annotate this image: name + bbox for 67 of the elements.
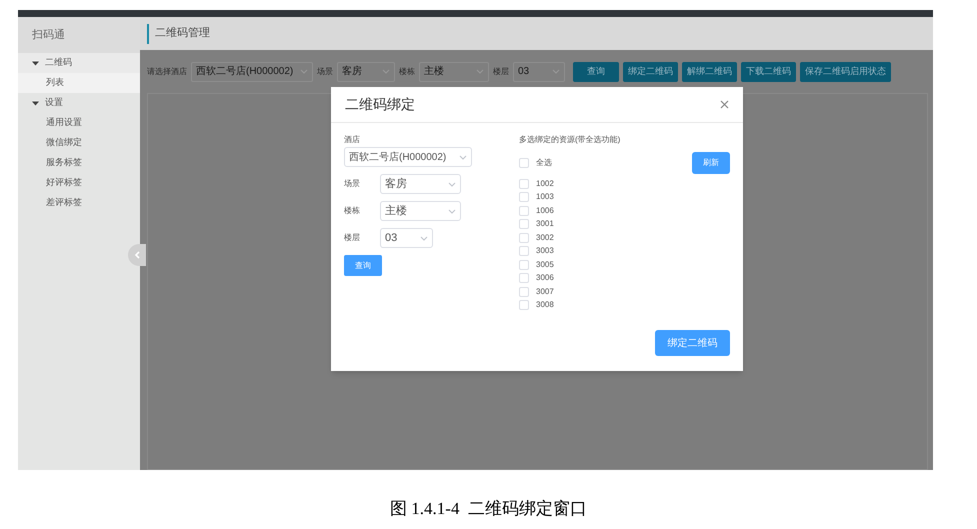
dialog-title: 二维码绑定 xyxy=(345,95,415,114)
checkbox[interactable] xyxy=(519,158,529,168)
field-label: 请选择酒店 xyxy=(147,66,187,78)
select-field[interactable]: 客房 xyxy=(337,62,395,82)
chevron-down-icon xyxy=(300,69,308,74)
checkbox-label: 3001 xyxy=(536,218,554,230)
chevron-down-icon xyxy=(420,236,428,240)
toolbar-button[interactable]: 绑定二维码 xyxy=(623,62,678,82)
chevron-down-icon xyxy=(448,182,456,186)
select-field[interactable]: 主楼 xyxy=(419,62,489,82)
field-label: 酒店 xyxy=(344,134,361,146)
toolbar-button[interactable]: 解绑二维码 xyxy=(682,62,737,82)
checkbox[interactable] xyxy=(519,178,529,189)
chevron-down-icon xyxy=(382,69,390,74)
checkbox[interactable] xyxy=(519,219,529,230)
field-label: 场景 xyxy=(317,66,333,78)
select-field[interactable]: 03 xyxy=(513,62,565,82)
menu-item[interactable]: 微信绑定 xyxy=(18,133,140,153)
menu-group[interactable]: 二维码 xyxy=(18,53,140,73)
checkbox[interactable] xyxy=(519,300,529,310)
checkbox[interactable] xyxy=(519,232,529,243)
checkbox[interactable] xyxy=(519,260,529,270)
checkbox[interactable] xyxy=(519,273,529,284)
select-field[interactable]: 西软二号店(H000002) xyxy=(344,147,472,167)
menu-item[interactable]: 列表 xyxy=(18,73,140,93)
checkbox-label: 3007 xyxy=(536,286,554,298)
field-label: 场景 xyxy=(344,178,361,190)
app-title: 扫码通 xyxy=(32,28,65,43)
chevron-down-icon xyxy=(459,154,467,160)
checkbox[interactable] xyxy=(519,286,529,297)
checkbox-label: 3003 xyxy=(536,245,554,258)
menu-item[interactable]: 服务标签 xyxy=(18,153,140,173)
section-label: 多选绑定的资源(带全选功能) xyxy=(519,134,622,146)
collapse-handle[interactable] xyxy=(128,244,146,266)
toolbar-button[interactable]: 查询 xyxy=(573,62,619,82)
toolbar-button[interactable]: 保存二维码启用状态 xyxy=(800,62,891,82)
chevron-down-icon xyxy=(476,69,484,74)
chevron-down-icon xyxy=(448,208,456,214)
chevron-left-icon xyxy=(134,251,140,259)
checkbox[interactable] xyxy=(519,192,529,202)
field-label: 楼栋 xyxy=(399,66,415,78)
toolbar-button[interactable]: 下载二维码 xyxy=(741,62,796,82)
menu-item[interactable]: 好评标签 xyxy=(18,173,140,193)
page-title: 二维码管理 xyxy=(155,26,210,42)
checkbox-label: 3006 xyxy=(536,272,554,284)
checkbox-label: 1002 xyxy=(536,178,554,190)
checkbox-label: 全选 xyxy=(536,157,552,169)
figure-caption: 图 1.4.1-4 二维码绑定窗口 xyxy=(390,498,587,520)
checkbox[interactable] xyxy=(519,246,529,256)
menu-item[interactable]: 差评标签 xyxy=(18,193,140,213)
select-field[interactable]: 西软二号店(H000002) xyxy=(191,62,313,82)
menu-item[interactable]: 通用设置 xyxy=(18,113,140,133)
select-field[interactable]: 03 xyxy=(380,228,433,248)
select-field[interactable]: 主楼 xyxy=(380,201,461,221)
field-label: 楼层 xyxy=(344,232,361,244)
field-label: 楼层 xyxy=(493,66,509,78)
checkbox-label: 3008 xyxy=(536,299,554,312)
checkbox-label: 3002 xyxy=(536,232,554,244)
menu-group[interactable]: 设置 xyxy=(18,93,140,113)
checkbox-label: 1003 xyxy=(536,191,554,204)
checkbox-label: 3005 xyxy=(536,258,554,271)
close-icon[interactable] xyxy=(720,100,729,109)
chevron-down-icon xyxy=(552,69,560,74)
checkbox[interactable] xyxy=(519,206,529,216)
checkbox-label: 1006 xyxy=(536,204,554,217)
select-field[interactable]: 客房 xyxy=(380,174,461,194)
field-label: 楼栋 xyxy=(344,205,361,217)
